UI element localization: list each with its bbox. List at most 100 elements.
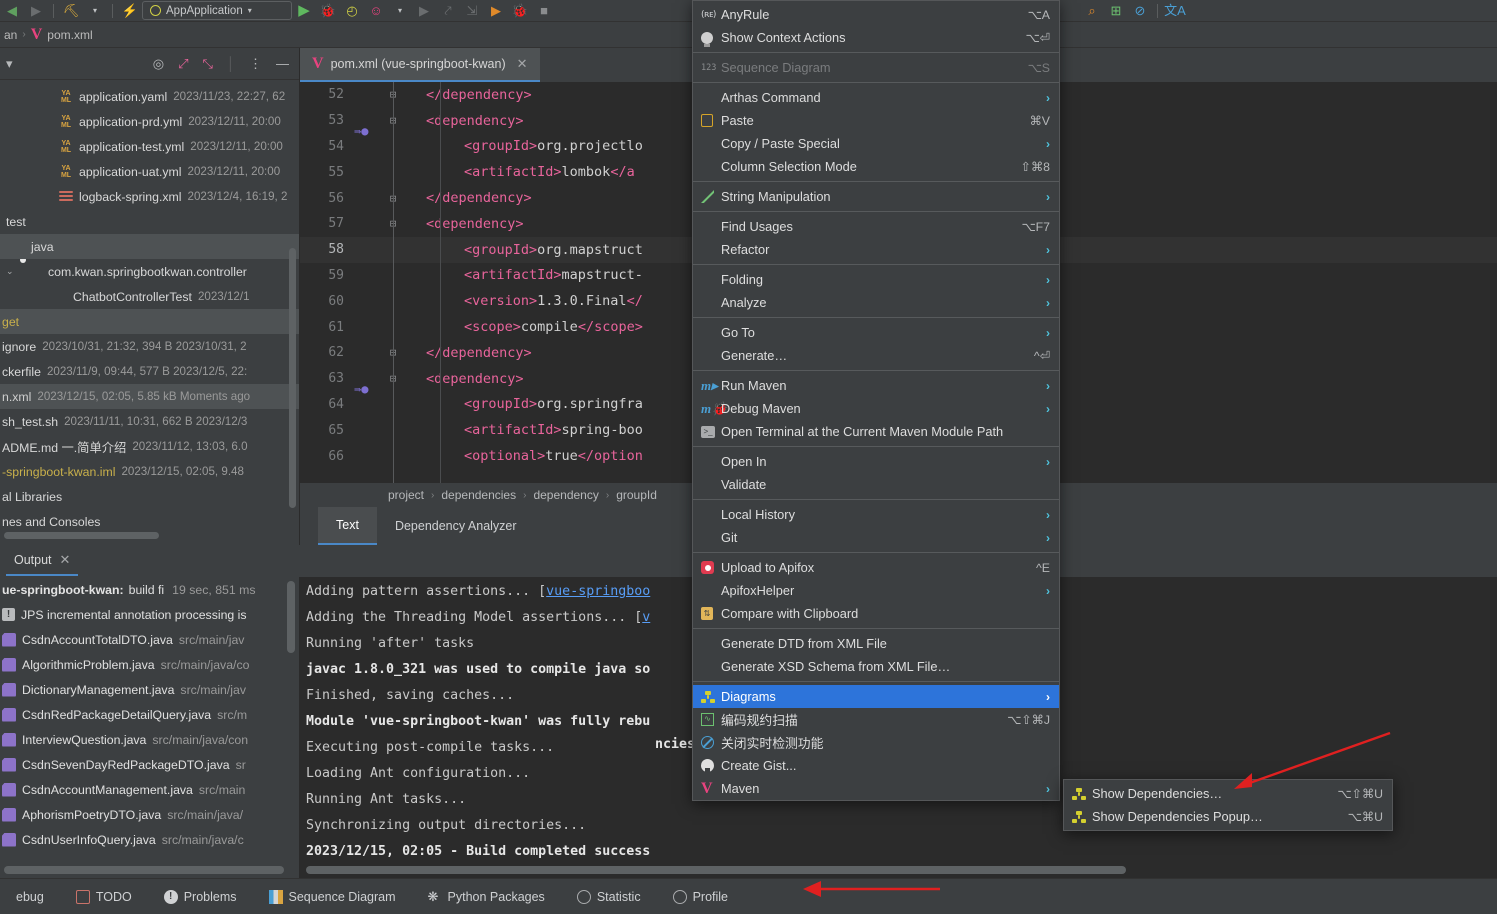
scan-toolbar-icon[interactable]: ⊞ <box>1104 1 1128 21</box>
menu-item-go-to[interactable]: Go To › <box>693 321 1059 344</box>
forward-icon[interactable]: ▶ <box>24 1 48 21</box>
spring-bean-icon[interactable]: ⇛● <box>354 382 368 396</box>
locate-icon[interactable]: ◎ <box>153 56 164 72</box>
menu-item-folding[interactable]: Folding › <box>693 268 1059 291</box>
run-icon[interactable]: ▶ <box>292 1 316 21</box>
navbar-part-1[interactable]: pom.xml <box>47 28 92 42</box>
tab-text[interactable]: Text <box>318 507 377 545</box>
debug-icon[interactable]: 🐞 <box>316 1 340 21</box>
build-tree-row[interactable]: CsdnAccountTotalDTO.java src/main/jav <box>0 627 299 652</box>
breadcrumb-item-dependencies[interactable]: dependencies <box>441 488 516 502</box>
debug-orange-icon[interactable]: 🐞 <box>508 1 532 21</box>
status-item-python-packages[interactable]: ❋ Python Packages <box>412 889 561 904</box>
build-tree[interactable]: ue-springboot-kwan: build fi 19 sec, 851… <box>0 577 300 878</box>
menu-item-column-selection-mode[interactable]: Column Selection Mode ⇧⌘8 <box>693 155 1059 178</box>
menu-item-diagrams[interactable]: Diagrams › <box>693 685 1059 708</box>
breadcrumb-item-project[interactable]: project <box>388 488 424 502</box>
tree-item-iml[interactable]: -springboot-kwan.iml 2023/12/15, 02:05, … <box>0 459 299 484</box>
tree-item-scratches-consoles[interactable]: nes and Consoles <box>0 509 299 534</box>
hide-panel-icon[interactable]: — <box>276 56 289 71</box>
tab-dependency-analyzer[interactable]: Dependency Analyzer <box>377 507 535 545</box>
menu-item-disable-realtime-detection[interactable]: 关闭实时检测功能 <box>693 731 1059 754</box>
menu-item-analyze[interactable]: Analyze › <box>693 291 1059 314</box>
menu-item-anyrule[interactable]: (ʀᴇ) AnyRule ⌥A <box>693 3 1059 26</box>
menu-item-run-maven[interactable]: m▸ Run Maven › <box>693 374 1059 397</box>
menu-item-string-manipulation[interactable]: String Manipulation › <box>693 185 1059 208</box>
status-item-profiler[interactable]: Profile <box>657 889 744 904</box>
tree-item-logback-spring[interactable]: logback-spring.xml 2023/12/4, 16:19, 2 <box>0 184 299 209</box>
build-summary-row[interactable]: ue-springboot-kwan: build fi 19 sec, 851… <box>0 577 299 602</box>
build-tree-row[interactable]: ! JPS incremental annotation processing … <box>0 602 299 627</box>
menu-item-refactor[interactable]: Refactor › <box>693 238 1059 261</box>
project-horizontal-scrollbar[interactable] <box>4 532 159 539</box>
console-link[interactable]: vue-springboo <box>546 584 650 599</box>
profile-icon[interactable]: ☺ <box>364 1 388 21</box>
menu-item-debug-maven[interactable]: m🐞 Debug Maven › <box>693 397 1059 420</box>
menu-item-compare-with-clipboard[interactable]: ⇅ Compare with Clipboard <box>693 602 1059 625</box>
more-options-icon[interactable]: ⋮ <box>249 56 262 72</box>
build-tree-row[interactable]: InterviewQuestion.java src/main/java/con <box>0 727 299 752</box>
close-icon[interactable]: ✕ <box>517 56 528 72</box>
expand-all-icon[interactable]: ⤢ <box>178 56 188 72</box>
console-hscrollbar[interactable] <box>306 866 1126 874</box>
build-tree-scrollbar[interactable] <box>287 581 295 653</box>
breadcrumb-item-groupid[interactable]: groupId <box>616 488 657 502</box>
tree-item-push-test-sh[interactable]: sh_test.sh 2023/11/11, 10:31, 662 B 2023… <box>0 409 299 434</box>
status-item-todo[interactable]: TODO <box>60 889 148 904</box>
editor-context-menu[interactable]: (ʀᴇ) AnyRule ⌥A Show Context Actions ⌥⏎ … <box>692 0 1060 801</box>
build-hammer-icon[interactable]: ⛏ <box>59 1 83 21</box>
menu-item-upload-to-apifox[interactable]: Upload to Apifox ^E <box>693 556 1059 579</box>
tree-item-application-prd[interactable]: YA ML application-prd.yml 2023/12/11, 20:… <box>0 109 299 134</box>
tree-item-java[interactable]: java <box>0 234 299 259</box>
realtime-off-icon[interactable]: ⊘ <box>1128 1 1152 21</box>
tree-item-pom-xml[interactable]: n.xml 2023/12/15, 02:05, 5.85 kB Moments… <box>0 384 299 409</box>
navbar-part-0[interactable]: an <box>0 28 17 42</box>
menu-item-validate[interactable]: Validate <box>693 473 1059 496</box>
menu-item-open-in[interactable]: Open In › <box>693 450 1059 473</box>
tree-item-chatbot-controller-test[interactable]: ChatbotControllerTest 2023/12/1 <box>0 284 299 309</box>
breadcrumb-item-dependency[interactable]: dependency <box>533 488 598 502</box>
tree-item-controller-package[interactable]: ⌄ com.kwan.springbootkwan.controller <box>0 259 299 284</box>
spring-bean-icon[interactable]: ⇛● <box>354 124 368 138</box>
status-item-debug[interactable]: ebug <box>0 890 60 904</box>
menu-item-apifox-helper[interactable]: ApifoxHelper › <box>693 579 1059 602</box>
build-tree-row[interactable]: CsdnAccountManagement.java src/main <box>0 777 299 802</box>
close-icon[interactable]: ✕ <box>60 552 71 568</box>
search-everywhere-icon[interactable]: ⌕ <box>1080 1 1104 21</box>
menu-item-code-convention-scan[interactable]: ∿ 编码规约扫描 ⌥⇧⌘J <box>693 708 1059 731</box>
tree-item-test[interactable]: test <box>0 209 299 234</box>
status-item-sequence-diagram[interactable]: Sequence Diagram <box>253 889 412 904</box>
tree-item-dockerfile[interactable]: ckerfile 2023/11/9, 09:44, 577 B 2023/12… <box>0 359 299 384</box>
status-item-problems[interactable]: ! Problems <box>148 889 253 904</box>
console-link[interactable]: v <box>642 610 650 625</box>
menu-item-generate[interactable]: Generate… ^⏎ <box>693 344 1059 367</box>
more-run-caret-icon[interactable]: ▾ <box>388 1 412 21</box>
build-tree-row[interactable]: DictionaryManagement.java src/main/jav <box>0 677 299 702</box>
menu-item-open-terminal-maven[interactable]: >_ Open Terminal at the Current Maven Mo… <box>693 420 1059 443</box>
back-icon[interactable]: ◀ <box>0 1 24 21</box>
run-green-icon[interactable]: ▶ <box>484 1 508 21</box>
chevron-down-icon[interactable]: ▾ <box>0 56 13 72</box>
menu-item-find-usages[interactable]: Find Usages ⌥F7 <box>693 215 1059 238</box>
menu-item-local-history[interactable]: Local History › <box>693 503 1059 526</box>
project-vertical-scrollbar[interactable] <box>289 248 296 508</box>
menu-item-create-gist[interactable]: Create Gist... <box>693 754 1059 777</box>
menu-item-git[interactable]: Git › <box>693 526 1059 549</box>
coverage-icon[interactable]: ◴ <box>340 1 364 21</box>
menu-item-generate-dtd[interactable]: Generate DTD from XML File <box>693 632 1059 655</box>
run-configuration-selector[interactable]: AppApplication ▾ <box>142 1 292 20</box>
tab-output[interactable]: Output ✕ <box>6 546 79 576</box>
build-tree-row[interactable]: CsdnRedPackageDetailQuery.java src/m <box>0 702 299 727</box>
status-item-statistic[interactable]: Statistic <box>561 889 657 904</box>
project-tree[interactable]: YA ML application.yaml 2023/11/23, 22:27,… <box>0 80 299 534</box>
menu-item-show-dependencies-popup[interactable]: Show Dependencies Popup… ⌥⌘U <box>1064 805 1392 828</box>
tree-item-gitignore[interactable]: ignore 2023/10/31, 21:32, 394 B 2023/10/… <box>0 334 299 359</box>
tree-item-external-libraries[interactable]: al Libraries <box>0 484 299 509</box>
translate-icon[interactable]: 文A <box>1163 1 1187 21</box>
lightning-icon[interactable]: ⚡ <box>118 1 142 21</box>
menu-item-paste[interactable]: Paste ⌘V <box>693 109 1059 132</box>
diagrams-submenu[interactable]: Show Dependencies… ⌥⇧⌘U Show Dependencie… <box>1063 779 1393 831</box>
tree-item-application-test[interactable]: YA ML application-test.yml 2023/12/11, 20… <box>0 134 299 159</box>
editor-tab-pom-xml[interactable]: V pom.xml (vue-springboot-kwan) ✕ <box>300 48 540 82</box>
menu-item-copy-paste-special[interactable]: Copy / Paste Special › <box>693 132 1059 155</box>
